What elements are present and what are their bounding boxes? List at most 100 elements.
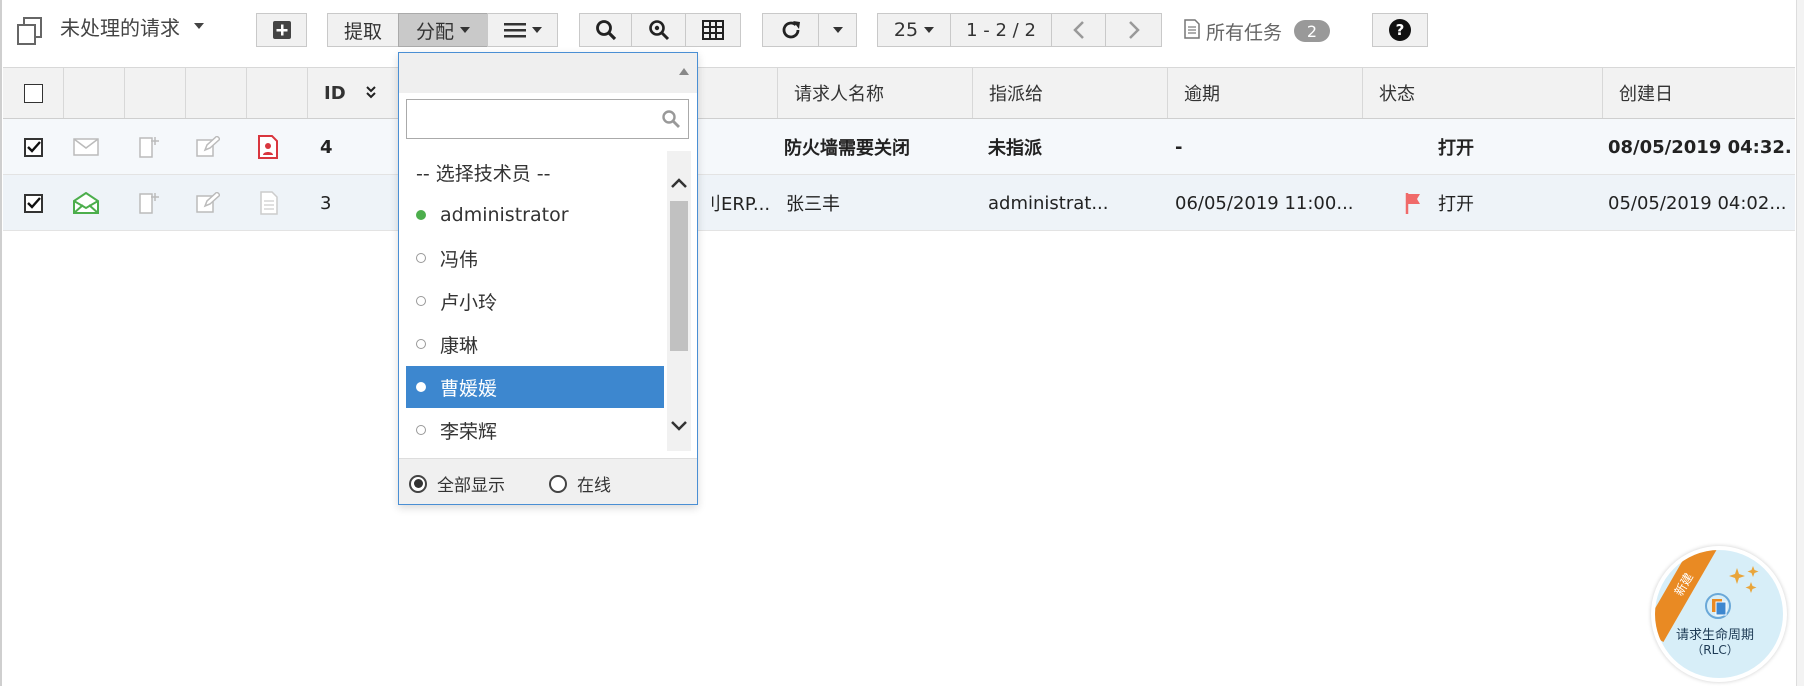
assign-button[interactable]: 分配 bbox=[398, 13, 488, 47]
technician-option-administrator[interactable]: administrator bbox=[406, 194, 664, 236]
row-overdue: 06/05/2019 11:00... bbox=[1175, 192, 1354, 214]
row-status: 打开 bbox=[1438, 194, 1474, 215]
plus-icon bbox=[272, 20, 292, 40]
search-button[interactable] bbox=[579, 13, 632, 47]
refresh-options-button[interactable] bbox=[818, 13, 857, 47]
actions-menu-button[interactable] bbox=[487, 13, 558, 47]
offline-status-icon bbox=[416, 339, 426, 349]
technician-option-luxiaoling[interactable]: 卢小玲 bbox=[406, 280, 664, 322]
radio-selected-icon bbox=[409, 474, 427, 493]
view-switch-icon[interactable] bbox=[16, 16, 44, 46]
page-range-text: 1 - 2 / 2 bbox=[966, 19, 1036, 41]
prev-page-button[interactable] bbox=[1051, 13, 1106, 47]
row-requester: 张三丰 bbox=[786, 194, 840, 215]
header-created[interactable]: 创建日 bbox=[1603, 68, 1798, 118]
technician-list: -- 选择技术员 -- administrator 冯伟 卢小玲 康琳 曹媛媛 … bbox=[399, 151, 697, 451]
add-note-icon[interactable] bbox=[138, 175, 160, 231]
header-col-mail bbox=[64, 68, 125, 118]
offline-status-icon bbox=[416, 425, 426, 435]
page-range: 1 - 2 / 2 bbox=[950, 13, 1052, 47]
chevron-down-icon bbox=[460, 27, 470, 33]
technician-option-kanglin[interactable]: 康琳 bbox=[406, 323, 664, 365]
pdf-attachment-icon[interactable] bbox=[257, 119, 279, 175]
show-all-radio[interactable]: 全部显示 bbox=[409, 471, 505, 496]
ribbon-label: 新建 bbox=[1671, 570, 1696, 599]
caret-up-icon bbox=[679, 68, 689, 75]
select-all-cell bbox=[3, 68, 64, 118]
header-overdue[interactable]: 逾期 bbox=[1168, 68, 1363, 118]
task-count-badge: 2 bbox=[1294, 20, 1331, 42]
option-label: administrator bbox=[440, 204, 569, 226]
technician-option-lironghui[interactable]: 李荣辉 bbox=[406, 409, 664, 451]
header-status[interactable]: 状态 bbox=[1363, 68, 1603, 118]
mail-open-icon[interactable] bbox=[73, 175, 99, 231]
table-row[interactable]: 4 防火墙需要关闭 未指派 - 打开 08/05/2019 04:32... bbox=[3, 119, 1795, 175]
menu-icon bbox=[503, 22, 526, 38]
header-col-note bbox=[125, 68, 186, 118]
fetch-button[interactable]: 提取 bbox=[327, 13, 399, 47]
online-only-radio[interactable]: 在线 bbox=[549, 471, 611, 496]
edit-icon[interactable] bbox=[196, 175, 220, 231]
search-icon bbox=[595, 19, 617, 41]
page-size-select[interactable]: 25 bbox=[877, 13, 951, 47]
technician-option-fengwei[interactable]: 冯伟 bbox=[406, 237, 664, 279]
scroll-down-icon[interactable] bbox=[670, 416, 688, 437]
technician-option-placeholder[interactable]: -- 选择技术员 -- bbox=[406, 151, 664, 193]
dropdown-header[interactable] bbox=[399, 53, 697, 93]
advanced-search-button[interactable] bbox=[631, 13, 686, 47]
row-created: 05/05/2019 04:02... bbox=[1608, 192, 1787, 214]
row-assigned: 未指派 bbox=[988, 138, 1042, 159]
dropdown-footer: 全部显示 在线 bbox=[399, 458, 697, 504]
grid-icon bbox=[702, 20, 724, 40]
chevron-down-icon bbox=[531, 27, 542, 33]
offline-status-icon bbox=[416, 382, 426, 392]
document-icon[interactable] bbox=[259, 175, 279, 231]
select-all-checkbox[interactable] bbox=[24, 83, 43, 103]
header-status-label: 状态 bbox=[1379, 84, 1415, 105]
row-assigned[interactable]: administrat... bbox=[988, 175, 1158, 231]
option-label: 卢小玲 bbox=[440, 291, 498, 314]
next-page-button[interactable] bbox=[1105, 13, 1162, 47]
table-row[interactable]: 3 刂ERP... 张三丰 administrat... 06/05/2019 … bbox=[3, 175, 1795, 231]
view-selector[interactable]: 未处理的请求 bbox=[60, 12, 204, 40]
header-requester-label: 请求人名称 bbox=[794, 84, 884, 105]
row-id: 4 bbox=[320, 136, 333, 158]
assign-label: 分配 bbox=[415, 20, 454, 43]
list-scrollbar[interactable] bbox=[667, 151, 691, 451]
chevron-right-icon bbox=[1127, 20, 1141, 40]
online-status-icon bbox=[416, 210, 426, 220]
offline-status-icon bbox=[416, 253, 426, 263]
row-subject[interactable]: 刂ERP... bbox=[703, 175, 770, 231]
row-checkbox[interactable] bbox=[24, 193, 43, 213]
help-button[interactable]: ? bbox=[1372, 13, 1428, 47]
rlc-badge[interactable]: 新建 请求生命周期 （RLC） bbox=[1651, 546, 1787, 682]
radio-empty-icon bbox=[549, 474, 567, 493]
technician-search-input[interactable] bbox=[406, 99, 689, 139]
row-created: 08/05/2019 04:32... bbox=[1608, 136, 1793, 158]
document-icon bbox=[1184, 18, 1200, 44]
option-label: 曹媛媛 bbox=[440, 377, 498, 400]
page-scrollbar[interactable] bbox=[1796, 0, 1804, 686]
header-col-edit bbox=[186, 68, 247, 118]
table-header: ID 请求人名称 指派给 逾期 状态 创建日 bbox=[3, 67, 1798, 120]
columns-button[interactable] bbox=[685, 13, 741, 47]
row-status: 打开 bbox=[1438, 138, 1474, 159]
edit-icon[interactable] bbox=[196, 119, 220, 175]
refresh-button[interactable] bbox=[762, 13, 819, 47]
mail-unread-icon[interactable] bbox=[73, 119, 99, 175]
chevron-down-icon bbox=[924, 27, 935, 33]
scroll-up-icon[interactable] bbox=[670, 173, 688, 194]
row-checkbox[interactable] bbox=[24, 137, 43, 157]
online-label: 在线 bbox=[577, 476, 611, 496]
new-request-button[interactable] bbox=[256, 13, 307, 47]
all-tasks-link[interactable]: 所有任务 2 bbox=[1184, 16, 1331, 46]
lifecycle-icon bbox=[1701, 592, 1735, 625]
header-id[interactable]: ID bbox=[308, 68, 400, 118]
help-icon: ? bbox=[1389, 19, 1411, 41]
header-requester[interactable]: 请求人名称 bbox=[778, 68, 973, 118]
add-note-icon[interactable] bbox=[138, 119, 160, 175]
option-label: 李荣辉 bbox=[440, 420, 498, 443]
scrollbar-thumb[interactable] bbox=[670, 201, 688, 351]
header-assigned[interactable]: 指派给 bbox=[973, 68, 1168, 118]
technician-option-caoyuanyuan[interactable]: 曹媛媛 bbox=[406, 366, 664, 408]
